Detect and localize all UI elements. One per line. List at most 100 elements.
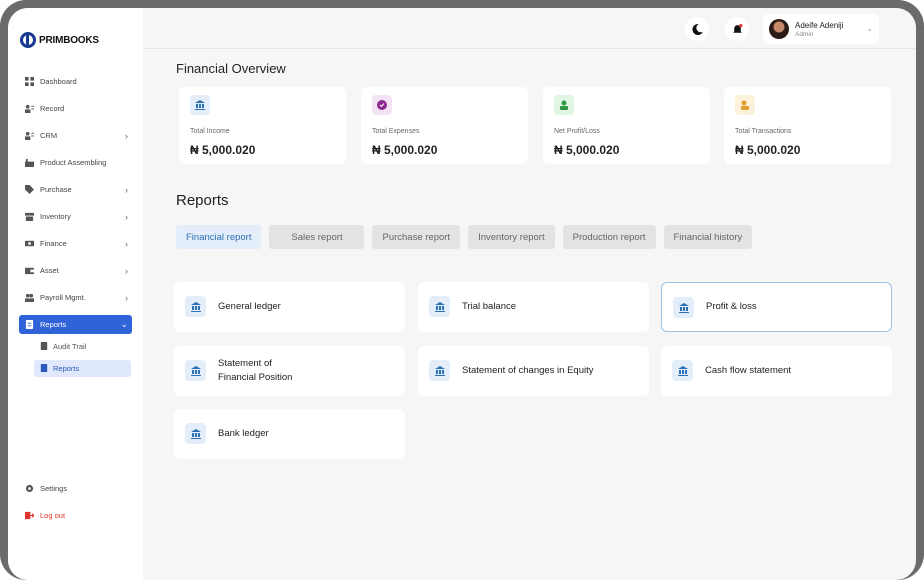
- chevron-down-icon: ⌄: [120, 319, 128, 329]
- report-card-financial-position[interactable]: Statement of Financial Position: [174, 346, 405, 396]
- sidebar-subitem-audit-trail[interactable]: Audit Trail: [34, 338, 131, 355]
- report-tabs: Financial report Sales report Purchase r…: [176, 225, 753, 249]
- box-icon: [25, 212, 34, 221]
- sidebar-item-settings[interactable]: Settings: [19, 475, 132, 502]
- logout-icon: [25, 511, 34, 520]
- brand-name: PRIMBOOKS: [39, 34, 99, 46]
- sidebar-item-record[interactable]: Record: [19, 95, 132, 122]
- logout-label: Log out: [40, 511, 66, 520]
- notifications-button[interactable]: [725, 17, 749, 41]
- people-icon: [25, 293, 34, 302]
- sidebar-bottom: Settings Log out: [19, 475, 132, 529]
- bank-icon: [429, 296, 450, 317]
- user-menu[interactable]: Adeife Adeniji Admin ⌄: [763, 14, 879, 44]
- sidebar-item-finance[interactable]: Finance ›: [19, 230, 132, 257]
- stat-card-expenses: Total Expenses ₦ 5,000.020: [361, 87, 528, 164]
- bank-icon: [673, 297, 694, 318]
- chevron-right-icon: ›: [125, 131, 128, 141]
- sidebar-item-inventory[interactable]: Inventory ›: [19, 203, 132, 230]
- tab-purchase-report[interactable]: Purchase report: [372, 225, 461, 249]
- bank-icon: [185, 296, 206, 317]
- sidebar-item-asset[interactable]: Asset ›: [19, 257, 132, 284]
- transaction-icon: [735, 95, 755, 115]
- stat-value: ₦ 5,000.020: [735, 143, 801, 157]
- sidebar-item-label: Record: [40, 104, 65, 113]
- app-window: PRIMBOOKS Dashboard Record CRM › Product…: [8, 8, 916, 580]
- chevron-right-icon: ›: [125, 239, 128, 249]
- moon-icon: [691, 23, 703, 35]
- avatar: [769, 19, 789, 39]
- logo-icon: [20, 32, 36, 48]
- sidebar-subitem-label: Reports: [53, 364, 80, 373]
- sidebar-nav: Dashboard Record CRM › Product Assemblin…: [19, 68, 132, 382]
- stat-card-profit: Net Profit/Loss ₦ 5,000.020: [543, 87, 710, 164]
- gear-icon: [25, 484, 34, 493]
- reports-title: Reports: [176, 192, 229, 209]
- chevron-right-icon: ›: [125, 266, 128, 276]
- theme-toggle-button[interactable]: [685, 17, 709, 41]
- sidebar-item-payroll[interactable]: Payroll Mgmt. ›: [19, 284, 132, 311]
- sidebar-item-label: Asset: [40, 266, 59, 275]
- report-card-changes-in-equity[interactable]: Statement of changes in Equity: [418, 346, 649, 396]
- sidebar-item-label: Purchase: [40, 185, 72, 194]
- brand-logo[interactable]: PRIMBOOKS: [20, 32, 99, 48]
- logout-button[interactable]: Log out: [19, 502, 132, 529]
- user-name: Adeife Adeniji: [795, 21, 844, 30]
- bank-icon: [190, 95, 210, 115]
- page-title: Financial Overview: [176, 61, 286, 76]
- factory-icon: [25, 158, 34, 167]
- document-icon: [40, 341, 48, 352]
- top-bar: Adeife Adeniji Admin ⌄: [143, 8, 916, 49]
- money-icon: [25, 239, 34, 248]
- report-card-bank-ledger[interactable]: Bank ledger: [174, 409, 405, 459]
- sidebar-subitem-reports[interactable]: Reports: [34, 360, 131, 377]
- sidebar-item-label: CRM: [40, 131, 58, 140]
- chevron-right-icon: ›: [125, 185, 128, 195]
- report-icon: [40, 363, 48, 374]
- sidebar: PRIMBOOKS Dashboard Record CRM › Product…: [8, 8, 143, 580]
- report-card-label: Trial balance: [462, 301, 517, 312]
- bank-icon: [429, 360, 450, 381]
- stat-value: ₦ 5,000.020: [190, 143, 256, 157]
- sidebar-item-purchase[interactable]: Purchase ›: [19, 176, 132, 203]
- report-card-label: Cash flow statement: [705, 365, 792, 376]
- bank-icon: [185, 360, 206, 381]
- report-card-label-line: Financial Position: [218, 372, 293, 383]
- stat-value: ₦ 5,000.020: [554, 143, 620, 157]
- report-card-cash-flow[interactable]: Cash flow statement: [661, 346, 892, 396]
- report-card-trial-balance[interactable]: Trial balance: [418, 282, 649, 332]
- users-icon: [25, 104, 34, 113]
- report-card-label-line: Statement of: [218, 358, 272, 369]
- tab-production-report[interactable]: Production report: [562, 225, 656, 249]
- badge-icon: [372, 95, 392, 115]
- sidebar-item-dashboard[interactable]: Dashboard: [19, 68, 132, 95]
- report-card-profit-loss[interactable]: Profit & loss: [661, 282, 892, 332]
- report-card-label: General ledger: [218, 301, 281, 312]
- document-icon: [25, 320, 34, 329]
- sidebar-item-label: Product Assembling: [40, 158, 107, 167]
- tab-sales-report[interactable]: Sales report: [269, 225, 365, 249]
- tag-icon: [25, 185, 34, 194]
- grid-icon: [25, 77, 34, 86]
- report-card-label: Profit & loss: [706, 301, 757, 312]
- report-card-general-ledger[interactable]: General ledger: [174, 282, 405, 332]
- person-icon: [554, 95, 574, 115]
- sidebar-item-label: Reports: [40, 320, 67, 329]
- sidebar-item-reports[interactable]: Reports ⌄: [19, 315, 132, 334]
- tab-inventory-report[interactable]: Inventory report: [468, 225, 555, 249]
- chevron-down-icon: ⌄: [866, 24, 873, 33]
- device-frame: PRIMBOOKS Dashboard Record CRM › Product…: [0, 0, 924, 580]
- bank-icon: [672, 360, 693, 381]
- sidebar-item-product-assembling[interactable]: Product Assembling: [19, 149, 132, 176]
- stat-value: ₦ 5,000.020: [372, 143, 438, 157]
- chevron-right-icon: ›: [125, 212, 128, 222]
- wallet-icon: [25, 266, 34, 275]
- sidebar-item-label: Settings: [40, 484, 68, 493]
- tab-financial-report[interactable]: Financial report: [176, 225, 262, 249]
- chevron-right-icon: ›: [125, 293, 128, 303]
- stat-label: Net Profit/Loss: [554, 128, 600, 135]
- tab-financial-history[interactable]: Financial history: [663, 225, 753, 249]
- user-role: Admin: [795, 31, 814, 38]
- sidebar-item-crm[interactable]: CRM ›: [19, 122, 132, 149]
- sidebar-item-label: Dashboard: [40, 77, 77, 86]
